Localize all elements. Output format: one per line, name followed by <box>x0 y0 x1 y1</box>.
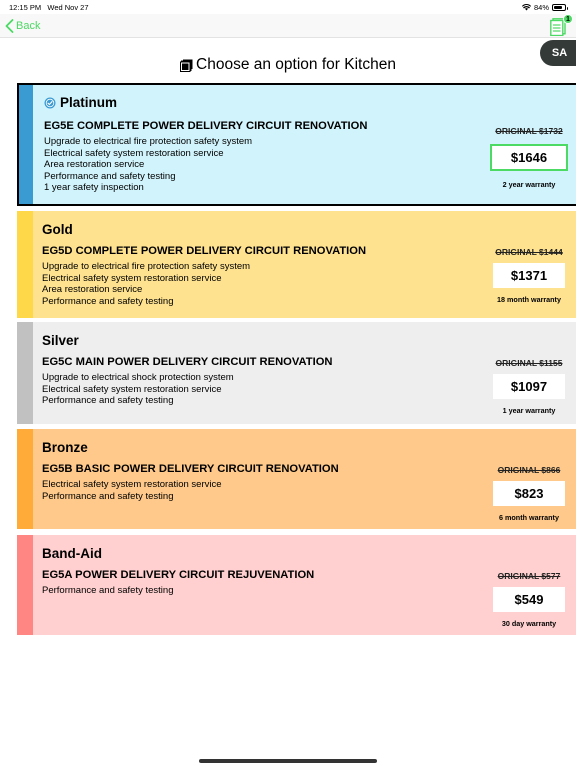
document-count-badge: 1 <box>563 14 573 24</box>
option-accent-bar <box>17 429 33 529</box>
feature-item: Performance and safety testing <box>42 490 174 502</box>
option-card-silver[interactable]: Silver EG5C MAIN POWER DELIVERY CIRCUIT … <box>17 322 576 424</box>
option-tier-label: Bronze <box>42 440 88 455</box>
option-tier: Platinum <box>44 95 117 110</box>
original-price: ORIGINAL $1155 <box>495 358 563 368</box>
feature-item: Electrical safety system restoration ser… <box>42 272 222 284</box>
back-label: Back <box>16 20 41 32</box>
status-time: 12:15 PM Wed Nov 27 <box>9 3 89 12</box>
warranty-label: 6 month warranty <box>499 513 559 522</box>
check-badge-icon <box>44 97 56 108</box>
option-accent-bar <box>17 535 33 635</box>
original-price: ORIGINAL $866 <box>497 465 561 475</box>
feature-item: 1 year safety inspection <box>44 182 144 194</box>
option-code: EG5B BASIC POWER DELIVERY CIRCUIT RENOVA… <box>42 463 339 475</box>
price-button[interactable]: $1646 <box>490 144 568 171</box>
option-accent-bar <box>17 322 33 424</box>
feature-item: Upgrade to electrical shock protection s… <box>42 372 234 383</box>
wifi-icon <box>521 4 531 11</box>
option-accent-bar <box>19 85 33 204</box>
warranty-label: 18 month warranty <box>497 295 561 304</box>
nav-bar: Back 1 <box>0 14 576 38</box>
feature-item: Performance and safety testing <box>44 170 176 182</box>
option-features: Performance and safety testing <box>42 585 174 597</box>
original-price: ORIGINAL $1444 <box>495 247 563 257</box>
original-price: ORIGINAL $577 <box>497 571 561 581</box>
option-tier: Silver <box>42 333 79 348</box>
feature-item: Performance and safety testing <box>42 395 174 407</box>
price-button[interactable]: $1371 <box>493 263 565 288</box>
feature-item: Electrical safety system restoration ser… <box>42 479 222 490</box>
option-card-platinum[interactable]: Platinum EG5E COMPLETE POWER DELIVERY CI… <box>17 83 576 206</box>
option-features: Upgrade to electrical fire protection sa… <box>44 136 252 194</box>
option-card-band-aid[interactable]: Band-Aid EG5A POWER DELIVERY CIRCUIT REJ… <box>17 535 576 635</box>
option-code: EG5C MAIN POWER DELIVERY CIRCUIT RENOVAT… <box>42 356 333 368</box>
price-button[interactable]: $823 <box>493 481 565 506</box>
option-tier-label: Gold <box>42 222 73 237</box>
price-button[interactable]: $549 <box>493 587 565 612</box>
warranty-label: 1 year warranty <box>502 406 556 415</box>
warranty-label: 30 day warranty <box>501 619 557 628</box>
option-features: Upgrade to electrical shock protection s… <box>42 372 234 407</box>
back-button[interactable]: Back <box>5 17 40 35</box>
option-tier-label: Platinum <box>60 95 118 110</box>
option-tier: Band-Aid <box>42 546 102 561</box>
option-code: EG5D COMPLETE POWER DELIVERY CIRCUIT REN… <box>42 245 367 257</box>
feature-item: Electrical safety system restoration ser… <box>42 383 222 395</box>
option-features: Upgrade to electrical fire protection sa… <box>42 261 250 307</box>
option-tier-label: Silver <box>42 333 79 348</box>
feature-item: Performance and safety testing <box>42 295 174 307</box>
option-code: EG5A POWER DELIVERY CIRCUIT REJUVENATION <box>42 569 315 581</box>
feature-item: Upgrade to electrical fire protection sa… <box>44 136 253 147</box>
warranty-label: 2 year warranty <box>502 180 556 189</box>
option-code: EG5E COMPLETE POWER DELIVERY CIRCUIT REN… <box>44 120 368 132</box>
battery-percent: 84% <box>533 3 549 12</box>
status-right: 84% <box>521 3 568 12</box>
documents-button[interactable]: 1 <box>550 14 573 37</box>
status-bar: 12:15 PM Wed Nov 27 84% <box>0 0 576 14</box>
option-accent-bar <box>17 211 33 318</box>
option-card-gold[interactable]: Gold EG5D COMPLETE POWER DELIVERY CIRCUI… <box>17 211 576 318</box>
feature-item: Area restoration service <box>44 159 145 171</box>
option-features: Electrical safety system restoration ser… <box>42 479 222 502</box>
original-price: ORIGINAL $1732 <box>495 126 563 136</box>
feature-item: Performance and safety testing <box>42 585 174 596</box>
page-title-text: Choose an option for Kitchen <box>196 56 396 73</box>
chevron-left-icon <box>5 19 14 33</box>
page-title: Choose an option for Kitchen <box>0 56 576 74</box>
feature-item: Electrical safety system restoration ser… <box>44 147 224 159</box>
option-tier-label: Band-Aid <box>42 546 102 561</box>
battery-icon <box>552 4 568 11</box>
feature-item: Area restoration service <box>42 284 143 296</box>
option-card-bronze[interactable]: Bronze EG5B BASIC POWER DELIVERY CIRCUIT… <box>17 429 576 529</box>
option-tier: Gold <box>42 222 73 237</box>
price-button[interactable]: $1097 <box>493 374 565 399</box>
option-tier: Bronze <box>42 440 88 455</box>
options-stack-icon <box>180 59 193 72</box>
home-indicator[interactable] <box>199 759 377 763</box>
feature-item: Upgrade to electrical fire protection sa… <box>42 261 251 272</box>
